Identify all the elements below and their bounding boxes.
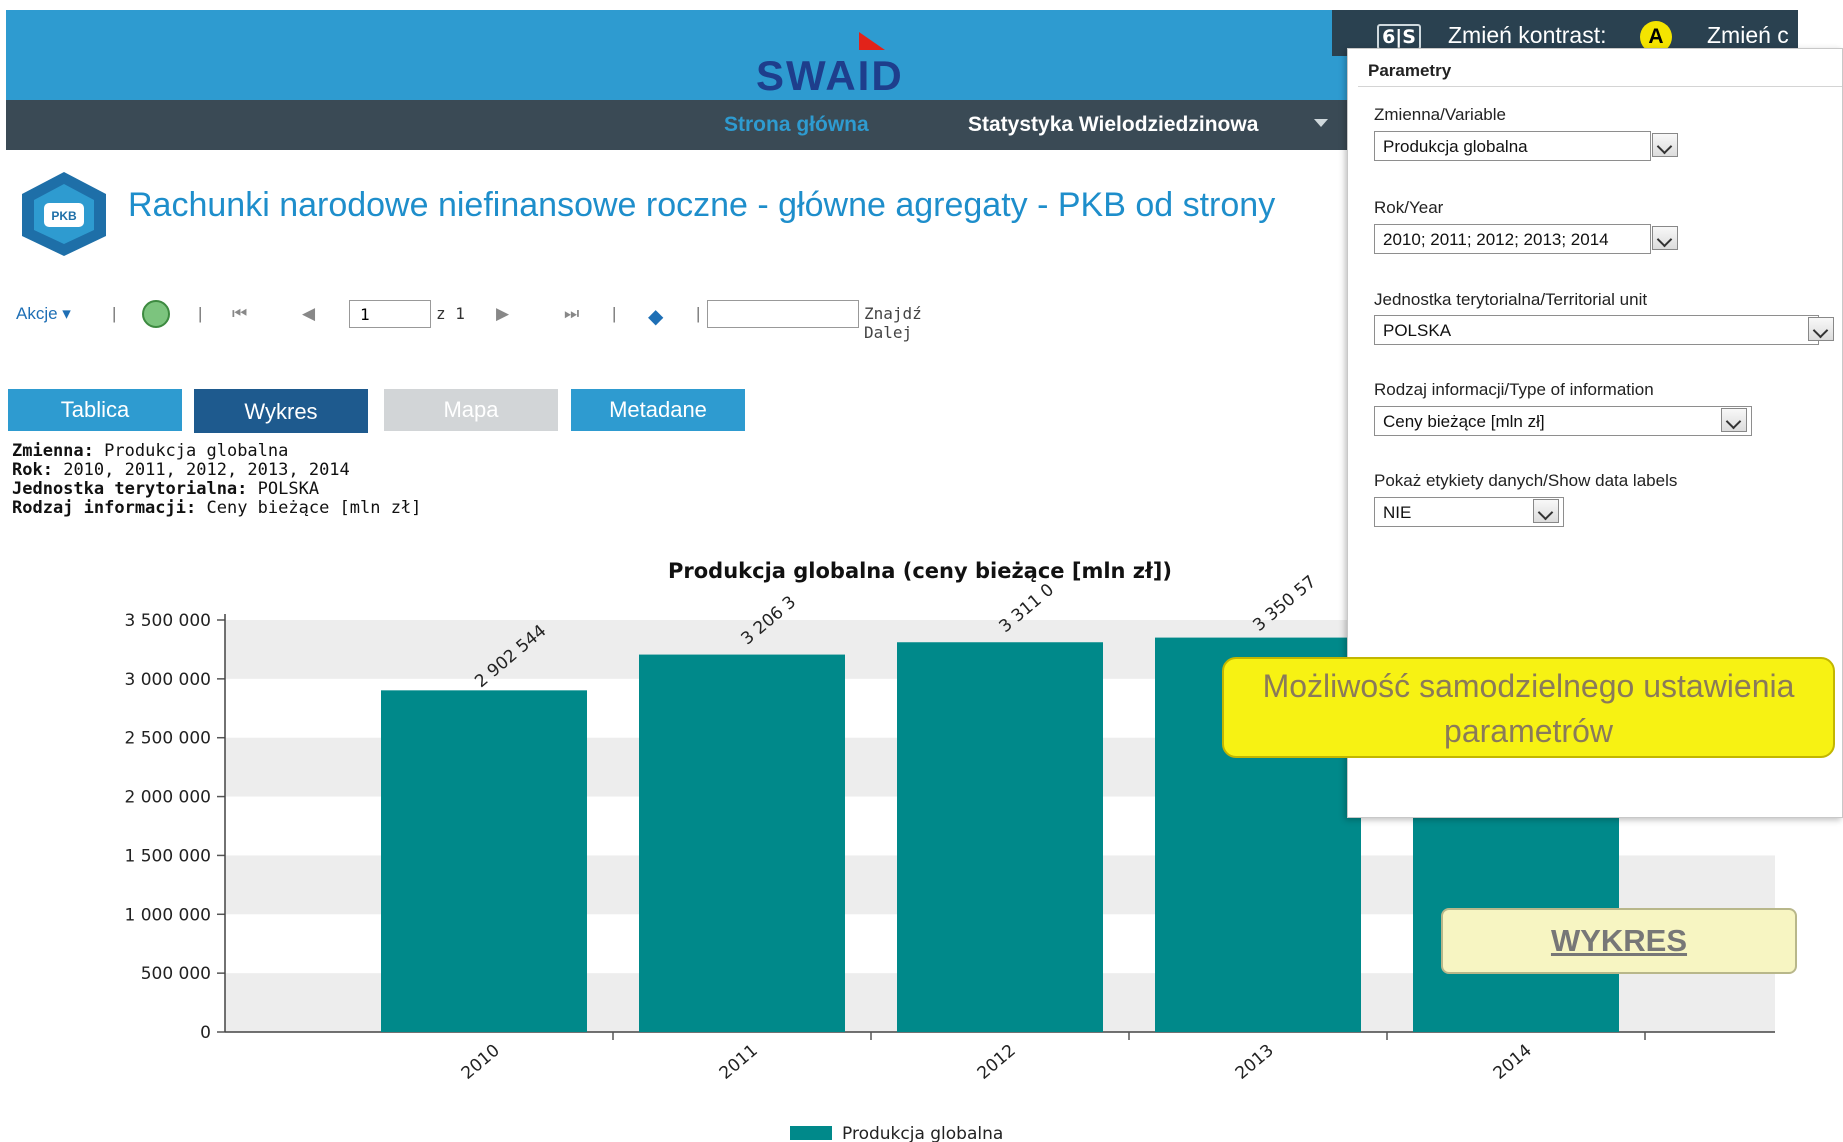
bar <box>381 690 587 1032</box>
bar <box>639 654 845 1032</box>
parameters-title: Parametry <box>1368 61 1452 80</box>
toolbar-separator: | <box>696 304 701 323</box>
x-tick-label: 2010 <box>458 1041 504 1084</box>
page-count: z 1 <box>436 304 465 323</box>
toolbar-separator: | <box>612 304 617 323</box>
report-toolbar: Akcje ▾ | | ⏮ ◀ z 1 ▶ ⏭ | ◆ | Znajdź Dal… <box>16 300 976 342</box>
unit-select[interactable]: POLSKA <box>1374 315 1819 345</box>
chevron-down-icon[interactable] <box>1721 408 1747 432</box>
nav-home-link[interactable]: Strona główna <box>724 113 869 137</box>
legend-swatch <box>790 1126 832 1140</box>
chevron-down-icon[interactable] <box>1652 226 1678 250</box>
chevron-down-icon[interactable] <box>1808 317 1834 341</box>
y-tick-label: 3 500 000 <box>124 611 211 631</box>
pkb-icon-label: PKB <box>51 209 77 223</box>
actions-label: Akcje <box>16 304 58 323</box>
y-tick-label: 500 000 <box>141 964 211 984</box>
x-tick-label: 2012 <box>974 1041 1020 1084</box>
year-label: Rok/Year <box>1374 198 1444 217</box>
y-tick-label: 1 500 000 <box>124 846 211 866</box>
chevron-down-icon[interactable] <box>1533 499 1559 523</box>
find-next-link[interactable]: Znajdź Dalej <box>864 304 976 342</box>
x-tick-label: 2014 <box>1490 1041 1536 1084</box>
legend-label: Produkcja globalna <box>842 1124 1003 1142</box>
toolbar-separator: | <box>198 304 203 323</box>
chevron-down-icon[interactable] <box>1314 119 1328 127</box>
page-title: Rachunki narodowe niefinansowe roczne - … <box>128 186 1276 224</box>
logo-flag-icon <box>859 32 885 50</box>
info-variable-key: Zmienna: <box>12 441 94 461</box>
bar <box>897 642 1103 1032</box>
parameters-callout: Możliwość samodzielnego ustawienia param… <box>1222 657 1835 758</box>
chart-legend: Produkcja globalna <box>790 1124 1003 1142</box>
tab-map[interactable]: Mapa <box>384 389 558 431</box>
unit-label: Jednostka terytorialna/Territorial unit <box>1374 290 1648 309</box>
info-type-value: Ceny bieżące [mln zł] <box>206 498 422 518</box>
find-input[interactable] <box>707 300 859 328</box>
info-year-value: 2010, 2011, 2012, 2013, 2014 <box>63 460 350 480</box>
x-tick-label: 2011 <box>716 1041 762 1084</box>
info-type-key: Rodzaj informacji: <box>12 498 197 518</box>
contrast-label: Zmień kontrast: <box>1448 22 1607 48</box>
pkb-hexagon-icon: PKB <box>22 172 106 256</box>
y-tick-label: 2 500 000 <box>124 729 211 749</box>
info-unit-key: Jednostka terytorialna: <box>12 479 248 499</box>
y-tick-label: 0 <box>200 1023 211 1043</box>
y-tick-label: 1 000 000 <box>124 905 211 925</box>
refresh-icon[interactable] <box>142 300 170 328</box>
chart-filter-summary: Zmienna: Produkcja globalna Rok: 2010, 2… <box>12 442 421 518</box>
year-select[interactable]: 2010; 2011; 2012; 2013; 2014 <box>1374 224 1651 254</box>
info-unit-value: POLSKA <box>257 479 320 499</box>
gis-icon[interactable]: 6|S <box>1377 24 1421 50</box>
swaid-logo[interactable]: SWAID <box>756 32 926 99</box>
next-page-icon[interactable]: ▶ <box>496 304 509 324</box>
chart-title: Produkcja globalna (ceny bieżące [mln zł… <box>668 559 1172 583</box>
chart-callout[interactable]: WYKRES <box>1441 908 1797 974</box>
page-number-input[interactable] <box>349 300 431 328</box>
variable-label: Zmienna/Variable <box>1374 105 1506 124</box>
toolbar-separator: | <box>112 304 117 323</box>
last-page-icon[interactable]: ⏭ <box>564 304 579 324</box>
tab-table[interactable]: Tablica <box>8 389 182 431</box>
chevron-down-icon[interactable] <box>1652 133 1678 157</box>
change-font-link[interactable]: Zmień c <box>1707 22 1789 49</box>
y-tick-label: 2 000 000 <box>124 788 211 808</box>
actions-menu[interactable]: Akcje ▾ <box>16 304 71 324</box>
info-year-key: Rok: <box>12 460 53 480</box>
tab-metadata[interactable]: Metadane <box>571 389 745 431</box>
info-variable-value: Produkcja globalna <box>104 441 289 461</box>
type-label: Rodzaj informacji/Type of information <box>1374 380 1654 399</box>
back-arrow-icon[interactable]: ◆ <box>648 304 663 329</box>
previous-page-icon[interactable]: ◀ <box>302 304 315 324</box>
nav-statistics-menu[interactable]: Statystyka Wielodziedzinowa <box>968 113 1258 137</box>
logo-text: SWAID <box>756 52 904 99</box>
y-tick-label: 3 000 000 <box>124 670 211 690</box>
first-page-icon[interactable]: ⏮ <box>232 304 247 324</box>
tab-chart[interactable]: Wykres <box>194 389 368 433</box>
variable-select[interactable]: Produkcja globalna <box>1374 131 1651 161</box>
type-select[interactable]: Ceny bieżące [mln zł] <box>1374 406 1752 436</box>
x-tick-label: 2013 <box>1232 1041 1278 1084</box>
labels-label: Pokaż etykiety danych/Show data labels <box>1374 471 1678 490</box>
divider <box>1358 86 1842 87</box>
